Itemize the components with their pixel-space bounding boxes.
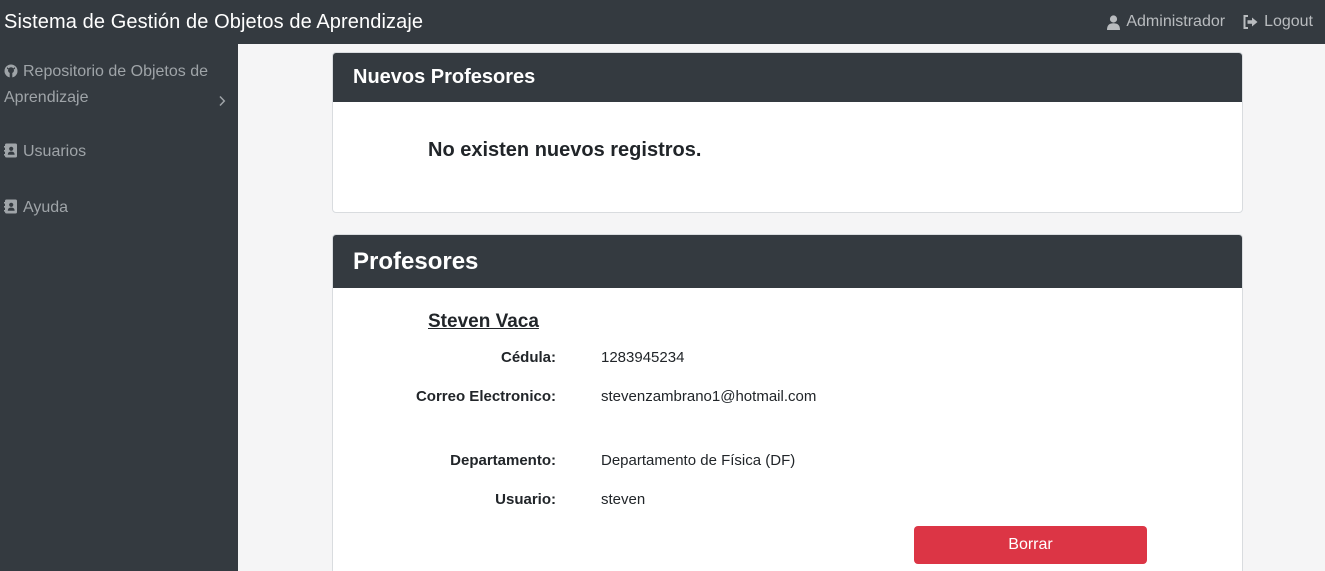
navbar-actions: Administrador Logout (1107, 13, 1313, 31)
sidebar-item-label: Repositorio de Objetos de Aprendizaje (4, 63, 208, 106)
empty-state-message: No existen nuevos registros. (428, 139, 702, 161)
chevron-right-icon (218, 91, 226, 115)
sign-out-icon (1243, 15, 1258, 29)
field-label-cedula: Cédula: (500, 349, 556, 366)
field-value-correo: stevenzambrano1@hotmail.com (601, 388, 817, 405)
sidebar-item-label: Usuarios (23, 143, 87, 160)
card-title: Profesores (353, 247, 479, 275)
new-teachers-card: Nuevos Profesores No existen nuevos regi… (332, 52, 1243, 213)
field-label-correo: Correo Electronico: (415, 388, 556, 405)
card-title: Nuevos Profesores (353, 66, 536, 88)
sidebar-item-repositorio[interactable]: Repositorio de Objetos de Aprendizaje (4, 60, 226, 110)
field-label-usuario: Usuario: (495, 491, 556, 508)
logout-link[interactable]: Logout (1243, 13, 1313, 31)
github-icon (4, 62, 18, 86)
address-book-icon (4, 142, 18, 166)
sidebar-item-ayuda[interactable]: Ayuda (4, 196, 68, 222)
new-teachers-header: Nuevos Profesores (333, 53, 1242, 102)
top-navbar: Sistema de Gestión de Objetos de Aprendi… (0, 0, 1325, 44)
field-value-cedula: 1283945234 (601, 349, 685, 366)
field-value-usuario: steven (601, 491, 646, 508)
field-value-departamento: Departamento de Física (DF) (601, 452, 796, 469)
user-icon (1107, 14, 1121, 30)
teachers-card: Profesores Steven Vaca Cédula: 128394523… (332, 234, 1243, 571)
teacher-name[interactable]: Steven Vaca (428, 311, 539, 333)
app-title[interactable]: Sistema de Gestión de Objetos de Aprendi… (4, 11, 423, 34)
field-label-departamento: Departamento: (450, 452, 556, 469)
delete-button[interactable]: Borrar (914, 526, 1147, 564)
user-menu-link[interactable]: Administrador (1107, 13, 1225, 31)
sidebar-item-label: Ayuda (23, 199, 69, 216)
address-book-icon (4, 198, 18, 222)
sidebar: Repositorio de Objetos de Aprendizaje Us… (0, 44, 238, 571)
sidebar-item-usuarios[interactable]: Usuarios (4, 140, 86, 166)
logout-label: Logout (1264, 13, 1313, 30)
teachers-header: Profesores (333, 235, 1242, 288)
user-name-label: Administrador (1126, 13, 1226, 30)
